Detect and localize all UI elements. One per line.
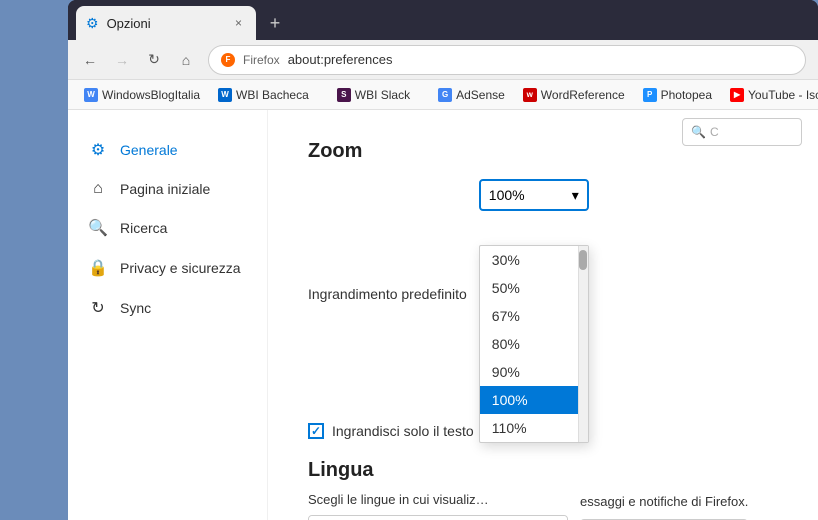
sidebar-label-privacy: Privacy e sicurezza: [120, 260, 241, 276]
checkbox-testo[interactable]: ✓: [308, 423, 324, 439]
bookmark-favicon-wordref: w: [523, 88, 537, 102]
zoom-option-80[interactable]: 80%: [480, 330, 588, 358]
favicon-label: F: [226, 55, 231, 64]
lock-icon: 🔒: [88, 258, 108, 278]
zoom-dropdown-wrapper: 100% ▾ 30% 50% 67% 80% 90% 100% 110%: [479, 179, 589, 409]
bookmark-favicon-wbi: W: [84, 88, 98, 102]
back-button[interactable]: ←: [76, 46, 104, 74]
lang-left: Scegli le lingue in cui visualiz … Itali…: [308, 492, 568, 520]
home-button[interactable]: ⌂: [172, 46, 200, 74]
zoom-option-110[interactable]: 110%: [480, 414, 588, 442]
zoom-form-row: Ingrandimento predefinito 100% ▾ 30% 50%…: [308, 179, 778, 409]
new-tab-button[interactable]: +: [260, 8, 290, 38]
bookmark-wbi-b[interactable]: W WBI Bacheca: [210, 85, 317, 105]
browser-name-label: Firefox: [243, 53, 280, 67]
sidebar-label-sync: Sync: [120, 300, 151, 316]
sidebar-label-pagina-iniziale: Pagina iniziale: [120, 181, 210, 197]
lang-desc-suffix: …: [476, 492, 489, 507]
lang-desc-partial: Scegli le lingue in cui visualiz: [308, 492, 476, 507]
bookmark-favicon-youtube: ▶: [730, 88, 744, 102]
active-tab[interactable]: ⚙ Opzioni ×: [76, 6, 256, 40]
sidebar-item-generale[interactable]: ⚙ Generale: [68, 130, 267, 170]
search-icon: 🔍: [88, 218, 108, 238]
bookmarks-bar: W WindowsBlogItalia W WBI Bacheca S WBI …: [68, 80, 818, 110]
bookmark-adsense[interactable]: G AdSense: [430, 85, 513, 105]
bookmark-label-wordref: WordReference: [541, 88, 625, 102]
reload-button[interactable]: ↻: [140, 46, 168, 74]
nav-bar: ← → ↻ ⌂ F Firefox about:preferences: [68, 40, 818, 80]
search-placeholder: C: [710, 125, 719, 139]
lang-row: Scegli le lingue in cui visualiz … Itali…: [308, 492, 778, 520]
sidebar-item-privacy[interactable]: 🔒 Privacy e sicurezza: [68, 248, 267, 288]
bookmark-favicon-photopea: P: [643, 88, 657, 102]
browser-window: ⚙ Opzioni × + ← → ↻ ⌂ F Firefox about:pr…: [68, 0, 818, 520]
checkmark-icon: ✓: [311, 424, 321, 438]
dropdown-scrollbar[interactable]: [578, 246, 588, 442]
language-section: Lingua Scegli le lingue in cui visualiz …: [308, 459, 778, 520]
gear-icon: ⚙: [86, 15, 99, 32]
lang-notif-desc: essaggi e notifiche di Firefox.: [580, 494, 748, 509]
checkbox-label: Ingrandisci solo il testo: [332, 423, 474, 439]
address-bar[interactable]: F Firefox about:preferences: [208, 45, 806, 75]
forward-button[interactable]: →: [108, 46, 136, 74]
bookmark-photopea[interactable]: P Photopea: [635, 85, 720, 105]
address-url: about:preferences: [288, 52, 393, 67]
bookmark-wordref[interactable]: w WordReference: [515, 85, 633, 105]
zoom-option-100[interactable]: 100%: [480, 386, 588, 414]
bookmark-favicon-slack: S: [337, 88, 351, 102]
bookmark-label-wbi: WindowsBlogItalia: [102, 88, 200, 102]
bookmark-favicon-adsense: G: [438, 88, 452, 102]
zoom-section: Zoom Ingrandimento predefinito 100% ▾ 30…: [308, 140, 778, 439]
language-title: Lingua: [308, 459, 778, 482]
zoom-current-value: 100%: [489, 187, 525, 203]
bookmark-slack[interactable]: S WBI Slack: [329, 85, 418, 105]
bookmark-favicon-wbi-b: W: [218, 88, 232, 102]
zoom-option-30[interactable]: 30%: [480, 246, 588, 274]
bookmark-label-wbi-b: WBI Bacheca: [236, 88, 309, 102]
bookmark-label-youtube: YouTube - Iscrizioni: [748, 88, 818, 102]
lang-desc-row: Scegli le lingue in cui visualiz …: [308, 492, 568, 507]
sidebar-item-sync[interactable]: ↻ Sync: [68, 288, 267, 328]
bookmark-youtube[interactable]: ▶ YouTube - Iscrizioni: [722, 85, 818, 105]
zoom-option-50[interactable]: 50%: [480, 274, 588, 302]
search-icon-small: 🔍: [691, 125, 706, 139]
sidebar-item-pagina-iniziale[interactable]: ⌂ Pagina iniziale: [68, 170, 267, 208]
sidebar-label-ricerca: Ricerca: [120, 220, 167, 236]
bookmark-wbi[interactable]: W WindowsBlogItalia: [76, 85, 208, 105]
sidebar-label-generale: Generale: [120, 142, 178, 158]
browser-favicon: F: [221, 53, 235, 67]
main-content: 🔍 C Zoom Ingrandimento predefinito 100% …: [268, 110, 818, 520]
tab-title: Opzioni: [107, 16, 151, 31]
sync-icon: ↻: [88, 298, 108, 318]
content-area: ⚙ Generale ⌂ Pagina iniziale 🔍 Ricerca 🔒…: [68, 110, 818, 520]
tab-close-button[interactable]: ×: [231, 14, 246, 32]
zoom-option-67[interactable]: 67%: [480, 302, 588, 330]
lang-box: Italiano: [308, 515, 568, 520]
tab-bar: ⚙ Opzioni × +: [68, 0, 818, 40]
gear-icon: ⚙: [88, 140, 108, 160]
bookmark-label-slack: WBI Slack: [355, 88, 410, 102]
chevron-down-icon: ▾: [572, 187, 579, 204]
lang-right-desc: essaggi e notifiche di Firefox. Imposta …: [580, 493, 748, 520]
zoom-option-90[interactable]: 90%: [480, 358, 588, 386]
lang-item-italiano[interactable]: Italiano: [309, 516, 567, 520]
zoom-select[interactable]: 100% ▾: [479, 179, 589, 211]
zoom-dropdown-list: 30% 50% 67% 80% 90% 100% 110%: [479, 245, 589, 443]
home-icon: ⌂: [88, 180, 108, 198]
sidebar: ⚙ Generale ⌂ Pagina iniziale 🔍 Ricerca 🔒…: [68, 110, 268, 520]
bookmark-label-photopea: Photopea: [661, 88, 712, 102]
search-box[interactable]: 🔍 C: [682, 118, 802, 146]
bookmark-label-adsense: AdSense: [456, 88, 505, 102]
zoom-label: Ingrandimento predefinito: [308, 286, 467, 302]
scrollbar-thumb: [579, 250, 587, 270]
sidebar-item-ricerca[interactable]: 🔍 Ricerca: [68, 208, 267, 248]
